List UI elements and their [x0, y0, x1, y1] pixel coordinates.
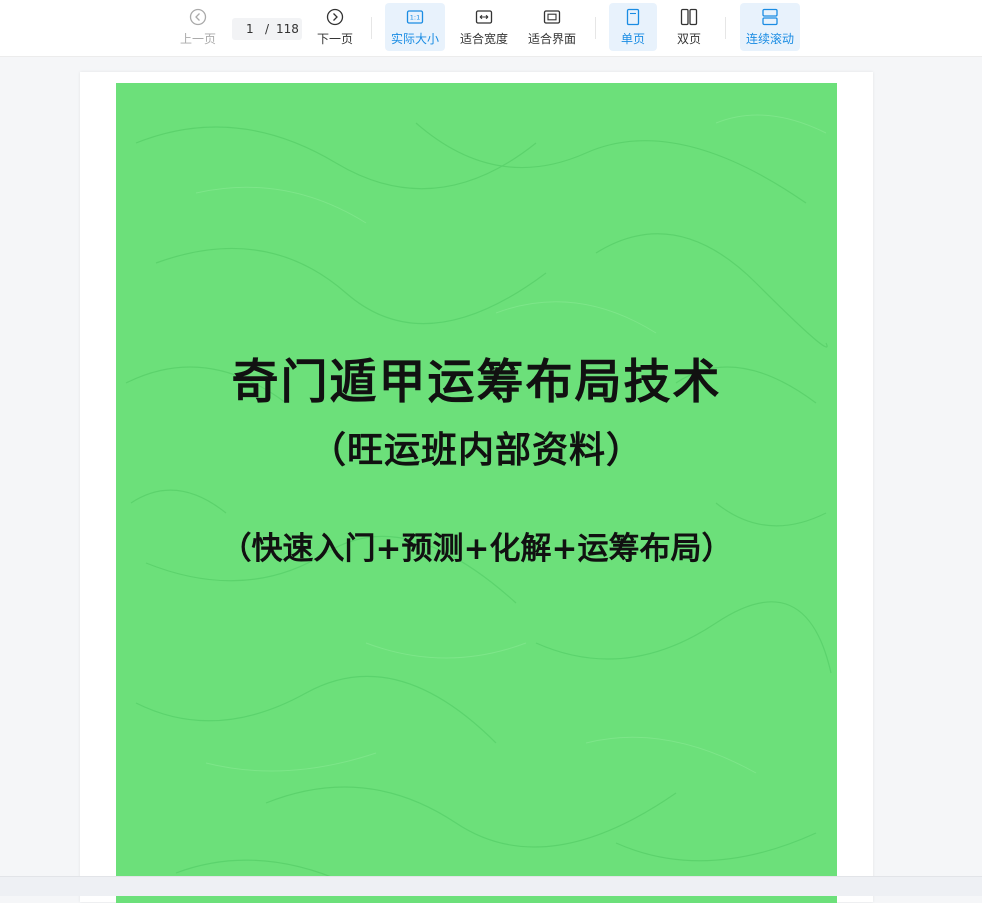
- toolbar-divider: [725, 17, 726, 39]
- cover-tagline: （快速入门+预测+化解+运筹布局）: [220, 531, 733, 567]
- double-page-icon: [680, 8, 698, 25]
- cover-title: 奇门遁甲运筹布局技术: [231, 355, 722, 410]
- page-number-box[interactable]: 1 / 118: [232, 18, 302, 40]
- document-page: 奇门遁甲运筹布局技术 （旺运班内部资料） （快速入门+预测+化解+运筹布局）: [80, 72, 873, 903]
- page-current[interactable]: 1: [246, 22, 254, 36]
- cover-subtitle: （旺运班内部资料）: [309, 430, 643, 471]
- actual-size-icon: 1:1: [406, 9, 424, 24]
- chevron-left-circle-icon: [189, 8, 207, 25]
- next-page-label: 下一页: [316, 31, 353, 46]
- fit-width-label: 适合宽度: [459, 31, 508, 46]
- svg-text:1:1: 1:1: [410, 13, 420, 21]
- cover-image: 奇门遁甲运筹布局技术 （旺运班内部资料） （快速入门+预测+化解+运筹布局）: [116, 83, 837, 903]
- toolbar-divider: [595, 17, 596, 39]
- fit-screen-icon: [543, 9, 561, 24]
- fit-screen-button[interactable]: 适合界面: [523, 3, 581, 51]
- continuous-scroll-icon: [762, 8, 778, 25]
- single-page-label: 单页: [620, 31, 645, 46]
- double-page-label: 双页: [676, 31, 701, 46]
- leather-texture-pattern: [125, 114, 832, 884]
- double-page-button[interactable]: 双页: [667, 3, 711, 51]
- continuous-scroll-label: 连续滚动: [745, 31, 794, 46]
- fit-screen-label: 适合界面: [527, 31, 576, 46]
- fit-width-icon: [475, 9, 493, 24]
- toolbar-divider: [371, 17, 372, 39]
- prev-page-label: 上一页: [179, 31, 216, 46]
- prev-page-button[interactable]: 上一页: [176, 3, 220, 51]
- actual-size-label: 实际大小: [390, 31, 439, 46]
- fit-width-button[interactable]: 适合宽度: [455, 3, 513, 51]
- single-page-icon: [626, 8, 640, 25]
- actual-size-button[interactable]: 1:1 实际大小: [385, 3, 445, 51]
- next-page-button[interactable]: 下一页: [313, 3, 357, 51]
- page-total: 118: [276, 22, 299, 36]
- chevron-right-circle-icon: [326, 8, 344, 25]
- bottom-status-bar: [0, 876, 982, 896]
- single-page-button[interactable]: 单页: [609, 3, 657, 51]
- continuous-scroll-button[interactable]: 连续滚动: [740, 3, 800, 51]
- viewer-toolbar: 上一页 1 / 118 下一页 1:1 实际大小 适合宽度 适合界面 单页 双页…: [0, 0, 982, 57]
- page-separator: /: [265, 22, 270, 36]
